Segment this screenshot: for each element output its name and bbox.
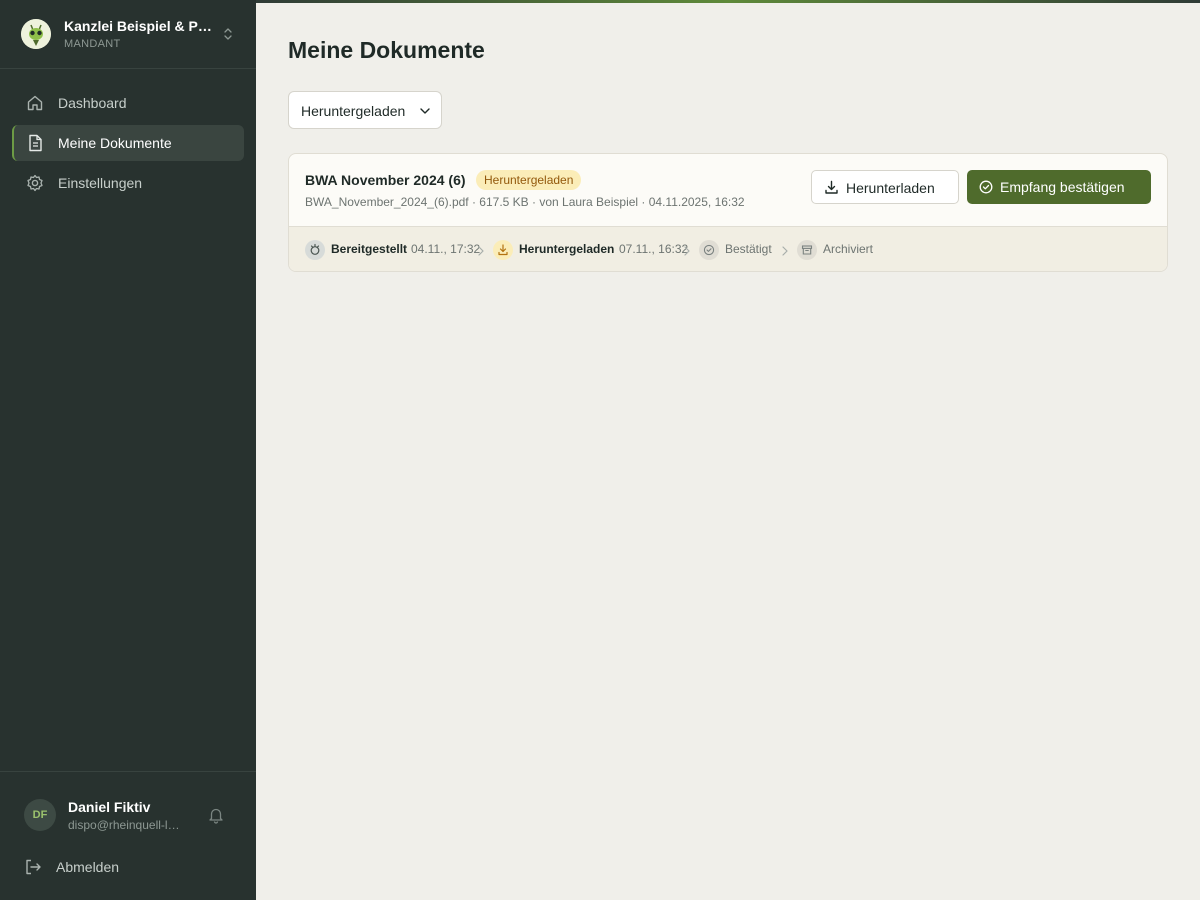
timeline-step-label: Bereitgestellt [331, 242, 408, 256]
logout-icon [24, 858, 42, 876]
document-title: BWA November 2024 (6) [305, 172, 466, 188]
download-button[interactable]: Herunterladen [811, 170, 959, 204]
document-card: BWA November 2024 (6) Heruntergeladen BW… [288, 153, 1168, 272]
sidebar-item-einstellungen[interactable]: Einstellungen [12, 165, 244, 201]
timeline-step-label: Heruntergeladen [519, 242, 615, 256]
organization-switcher[interactable]: Kanzlei Beispiel & Partner MANDANT [0, 0, 256, 69]
timeline-step-label: Bestätigt [725, 242, 772, 256]
sidebar-item-meine-dokumente[interactable]: Meine Dokumente [12, 125, 244, 161]
user-name: Daniel Fiktiv [68, 799, 151, 815]
check-circle-icon [699, 240, 719, 260]
confirm-receipt-button[interactable]: Empfang bestätigen [967, 170, 1151, 204]
download-icon [493, 240, 513, 260]
home-icon [26, 94, 44, 112]
sidebar-item-label: Meine Dokumente [58, 135, 172, 151]
logout-button[interactable]: Abmelden [24, 856, 204, 878]
organization-role: MANDANT [64, 38, 121, 50]
status-filter-value: Heruntergeladen [301, 103, 406, 119]
archive-icon [797, 240, 817, 260]
check-circle-icon [979, 180, 993, 194]
sidebar-item-dashboard[interactable]: Dashboard [12, 85, 244, 121]
sidebar: Kanzlei Beispiel & Partner MANDANT Dashb… [0, 0, 256, 900]
gear-icon [26, 174, 44, 192]
chevron-right-icon [477, 244, 485, 256]
download-icon [824, 180, 839, 195]
chevron-right-icon [781, 244, 789, 256]
chevron-right-icon [683, 244, 691, 256]
user-panel: DF Daniel Fiktiv dispo@rheinquell-logist… [0, 771, 256, 900]
timeline-step-time: 07.11., 16:32 [619, 242, 689, 256]
page-title: Meine Dokumente [288, 37, 485, 63]
bell-icon[interactable] [207, 806, 225, 824]
user-email: dispo@rheinquell-logistik.de [68, 818, 186, 832]
timeline-step-label: Archiviert [823, 242, 874, 256]
sidebar-item-label: Dashboard [58, 95, 127, 111]
document-icon [26, 134, 44, 152]
timeline-step-time: 04.11., 17:32 [411, 242, 481, 256]
chevron-down-icon [418, 104, 432, 118]
logout-label: Abmelden [56, 859, 120, 875]
organization-name: Kanzlei Beispiel & Partner [64, 18, 214, 34]
top-accent-bar [256, 0, 1200, 3]
status-badge: Heruntergeladen [476, 170, 582, 190]
document-meta: BWA_November_2024_(6).pdf · 617.5 KB · v… [305, 195, 745, 209]
chevron-up-down-icon[interactable] [221, 25, 235, 43]
avatar[interactable]: DF [24, 799, 56, 831]
download-label: Herunterladen [846, 180, 935, 196]
sidebar-item-label: Einstellungen [58, 175, 143, 191]
confirm-receipt-label: Empfang bestätigen [1000, 179, 1125, 195]
mantis-logo-icon [21, 19, 51, 49]
status-filter-select[interactable]: Heruntergeladen [288, 91, 442, 129]
provided-icon [305, 240, 325, 260]
document-timeline: Bereitgestellt 04.11., 17:32 Heruntergel… [289, 226, 1167, 271]
